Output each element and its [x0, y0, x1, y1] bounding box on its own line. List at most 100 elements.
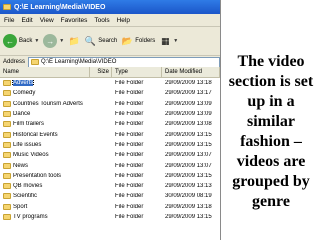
table-row[interactable]: Life issues File Folder 29/09/2009 13:15 — [0, 140, 220, 150]
file-name-cell: Adverts — [0, 80, 90, 87]
file-type: File Folder — [115, 162, 144, 169]
table-row[interactable]: Presentation tools File Folder 29/09/2009 … — [0, 171, 220, 181]
file-date: 29/09/2009 13:09 — [165, 100, 212, 107]
table-row[interactable]: Comedy File Folder 29/09/2009 13:17 — [0, 88, 220, 98]
folder-icon — [3, 90, 11, 97]
menu-tools[interactable]: Tools — [94, 17, 109, 24]
file-name: Life issues — [13, 141, 42, 148]
menu-edit[interactable]: Edit — [21, 17, 32, 24]
menu-bar: File Edit View Favorites Tools Help — [0, 14, 220, 27]
back-button[interactable]: ← Back ▼ — [3, 34, 39, 48]
folder-icon — [3, 131, 11, 138]
file-name-cell: Sport — [0, 203, 90, 210]
table-row[interactable]: Film trailers File Folder 29/09/2009 13:08 — [0, 119, 220, 129]
file-list: Name Size Type Date Modified Adverts File… — [0, 67, 220, 240]
views-icon: ▦ — [161, 35, 170, 46]
file-type: File Folder — [115, 214, 144, 220]
folder-icon — [3, 100, 11, 107]
file-name: TV programs — [13, 214, 48, 220]
folder-icon — [3, 214, 11, 220]
file-name: Dance — [13, 111, 31, 118]
folder-up-icon: 📁 — [68, 35, 80, 46]
folder-icon — [3, 141, 11, 148]
file-type: File Folder — [115, 90, 144, 97]
file-date: 29/09/2009 13:08 — [165, 121, 212, 128]
explorer-window: Q:\E Learning\Media\VIDEO File Edit View… — [0, 0, 221, 240]
file-date: 29/09/2009 13:07 — [165, 162, 212, 169]
menu-view[interactable]: View — [40, 17, 54, 24]
folder-icon — [3, 172, 11, 179]
dropdown-arrow-icon: ▼ — [173, 38, 179, 44]
folders-label: Folders — [135, 38, 156, 44]
file-name: Sport — [13, 203, 28, 210]
table-row[interactable]: News File Folder 29/09/2009 13:07 — [0, 160, 220, 170]
file-name-cell: TV programs — [0, 214, 90, 220]
table-row[interactable]: Dance File Folder 29/09/2009 13:09 — [0, 109, 220, 119]
file-date: 29/09/2009 13:15 — [165, 131, 212, 138]
file-type: File Folder — [115, 203, 144, 210]
file-date: 29/09/2009 13:18 — [165, 80, 212, 87]
window-title: Q:\E Learning\Media\VIDEO — [14, 3, 106, 11]
column-size[interactable]: Size — [90, 67, 112, 77]
file-type: File Folder — [115, 80, 144, 87]
column-date-modified[interactable]: Date Modified — [162, 67, 220, 77]
file-name-cell: QB movies — [0, 183, 90, 190]
file-name-cell: Historical Events — [0, 131, 90, 138]
folder-icon — [3, 203, 11, 210]
file-date: 29/09/2009 13:15 — [165, 141, 212, 148]
folder-icon — [3, 152, 11, 159]
file-date: 29/09/2009 13:18 — [165, 203, 212, 210]
folder-icon — [3, 80, 11, 87]
folder-icon — [3, 111, 11, 118]
toolbar: ← Back ▼ → ▼ 📁 🔍 Search 📂 Folders ▦ ▼ — [0, 27, 220, 56]
column-name[interactable]: Name — [0, 67, 90, 77]
address-field[interactable]: Q:\E Learning\Media\VIDEO — [28, 56, 220, 68]
search-button[interactable]: 🔍 Search — [84, 36, 118, 46]
menu-file[interactable]: File — [4, 17, 14, 24]
file-date: 29/09/2009 13:15 — [165, 172, 212, 179]
table-row[interactable]: Music Videos File Folder 29/09/2009 13:07 — [0, 150, 220, 160]
back-label: Back — [19, 38, 33, 44]
dropdown-arrow-icon: ▼ — [34, 38, 40, 44]
file-name-cell: Life issues — [0, 141, 90, 148]
folder-icon — [3, 193, 11, 200]
file-date: 29/09/2009 13:15 — [165, 214, 212, 220]
table-row[interactable]: Scientific File Folder 30/09/2009 08:19 — [0, 191, 220, 201]
file-name-cell: Presentation tools — [0, 172, 90, 179]
folders-icon: 📂 — [121, 35, 133, 46]
title-bar: Q:\E Learning\Media\VIDEO — [0, 0, 220, 14]
file-name-cell: Scientific — [0, 193, 90, 200]
forward-button[interactable]: → ▼ — [43, 34, 64, 48]
address-value: Q:\E Learning\Media\VIDEO — [41, 59, 117, 65]
table-row[interactable]: QB movies File Folder 29/09/2009 13:13 — [0, 181, 220, 191]
file-name-cell: Countries Tourism Adverts — [0, 100, 90, 107]
column-type[interactable]: Type — [112, 67, 162, 77]
folder-icon — [31, 59, 40, 65]
table-row[interactable]: TV programs File Folder 29/09/2009 13:15 — [0, 212, 220, 222]
file-type: File Folder — [115, 183, 144, 190]
table-row[interactable]: Historical Events File Folder 29/09/2009 1… — [0, 129, 220, 139]
file-name: Presentation tools — [13, 172, 62, 179]
menu-help[interactable]: Help — [117, 17, 130, 24]
table-row[interactable]: Sport File Folder 29/09/2009 13:18 — [0, 202, 220, 212]
file-name: Comedy — [13, 90, 36, 97]
back-arrow-icon: ← — [3, 34, 17, 48]
forward-arrow-icon: → — [43, 34, 58, 48]
file-name: Film trailers — [13, 121, 44, 128]
table-row[interactable]: Countries Tourism Adverts File Folder 29/0… — [0, 99, 220, 109]
folders-button[interactable]: 📂 Folders — [121, 35, 156, 46]
folder-icon — [3, 4, 11, 10]
search-label: Search — [98, 38, 118, 44]
file-date: 29/09/2009 13:09 — [165, 111, 212, 118]
up-button[interactable]: 📁 — [68, 36, 80, 46]
file-type: File Folder — [115, 172, 144, 179]
menu-favorites[interactable]: Favorites — [61, 17, 88, 24]
file-name-cell: Music Videos — [0, 152, 90, 159]
views-button[interactable]: ▦ ▼ — [159, 36, 178, 46]
slide-caption: The video section is set up in a similar… — [228, 53, 314, 210]
folder-icon — [3, 121, 11, 128]
file-name: Scientific — [13, 193, 38, 200]
file-date: 29/09/2009 13:17 — [165, 90, 212, 97]
table-row[interactable]: Adverts File Folder 29/09/2009 13:18 — [0, 78, 220, 88]
file-type: File Folder — [115, 111, 144, 118]
